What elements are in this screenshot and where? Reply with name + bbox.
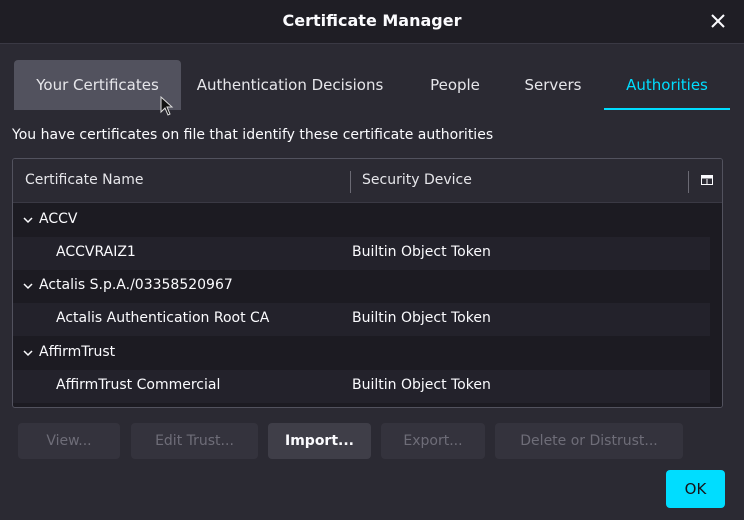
dialog-title: Certificate Manager — [282, 11, 462, 30]
tab-authentication-decisions[interactable]: Authentication Decisions — [190, 60, 390, 110]
group-name: ACCV — [39, 211, 78, 227]
title-bar: Certificate Manager — [0, 0, 744, 44]
close-button[interactable] — [706, 9, 730, 33]
import-button[interactable]: Import... — [268, 423, 371, 459]
tree-header: Certificate Name Security Device — [13, 159, 722, 203]
chevron-down-icon[interactable] — [23, 281, 33, 291]
column-security-device[interactable]: Security Device — [362, 172, 472, 188]
tree-certificate-row[interactable]: AffirmTrust Commercial Builtin Object To… — [13, 370, 710, 403]
column-certificate-name[interactable]: Certificate Name — [25, 172, 143, 188]
group-name: Actalis S.p.A./03358520967 — [39, 277, 233, 293]
tree-group-row[interactable]: AffirmTrust — [13, 337, 710, 370]
edit-trust-button[interactable]: Edit Trust... — [131, 423, 258, 459]
column-separator[interactable] — [688, 171, 689, 193]
certificate-name: ACCVRAIZ1 — [56, 244, 136, 260]
certificate-name: Actalis Authentication Root CA — [56, 310, 270, 326]
mouse-cursor-icon — [160, 96, 174, 116]
security-device: Builtin Object Token — [352, 244, 491, 260]
tab-authorities[interactable]: Authorities — [604, 60, 730, 110]
ok-button[interactable]: OK — [666, 470, 725, 508]
tree-certificate-row[interactable]: ACCVRAIZ1 Builtin Object Token — [13, 237, 710, 270]
tree-scrollbar[interactable] — [710, 203, 722, 407]
group-name: AffirmTrust — [39, 344, 116, 360]
delete-or-distrust-button[interactable]: Delete or Distrust... — [495, 423, 683, 459]
chevron-down-icon[interactable] — [23, 348, 33, 358]
tab-your-certificates[interactable]: Your Certificates — [14, 60, 181, 110]
tab-people[interactable]: People — [414, 60, 496, 110]
tree-group-row[interactable]: Actalis S.p.A./03358520967 — [13, 270, 710, 303]
close-icon — [711, 14, 725, 28]
certificate-name: AffirmTrust Commercial — [56, 377, 221, 393]
tree-group-row[interactable]: ACCV — [13, 204, 710, 237]
certificate-manager-dialog: Certificate Manager Your Certificates Au… — [0, 0, 744, 520]
tree-certificate-row[interactable]: Actalis Authentication Root CA Builtin O… — [13, 303, 710, 336]
tab-servers[interactable]: Servers — [512, 60, 594, 110]
column-picker-icon[interactable] — [701, 174, 713, 186]
authorities-description: You have certificates on file that ident… — [12, 127, 494, 143]
chevron-down-icon[interactable] — [23, 215, 33, 225]
column-separator[interactable] — [350, 171, 351, 193]
view-button[interactable]: View... — [18, 423, 120, 459]
security-device: Builtin Object Token — [352, 310, 491, 326]
certificate-tree[interactable]: Certificate Name Security Device ACCV AC… — [12, 158, 723, 408]
tab-strip: Your Certificates Authentication Decisio… — [12, 60, 732, 110]
security-device: Builtin Object Token — [352, 377, 491, 393]
export-button[interactable]: Export... — [381, 423, 485, 459]
